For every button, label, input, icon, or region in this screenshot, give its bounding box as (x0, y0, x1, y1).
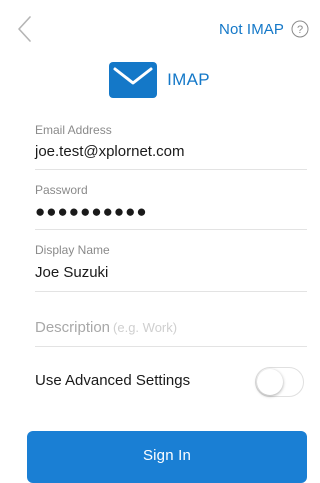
svg-text:?: ? (297, 24, 303, 36)
chevron-left-icon (18, 16, 31, 42)
advanced-settings-toggle[interactable] (255, 367, 304, 397)
toggle-knob (257, 369, 283, 395)
password-input[interactable]: ●●●●●●●●●● (35, 202, 148, 222)
description-label: Description (35, 319, 111, 336)
password-field[interactable]: Password ●●●●●●●●●● (35, 169, 307, 230)
account-type-title: IMAP (167, 70, 210, 89)
description-input[interactable]: Description (e.g. Work) (35, 319, 177, 336)
account-type-header: IMAP (0, 60, 319, 100)
question-circle-icon[interactable]: ? (291, 20, 309, 38)
display-name-input[interactable]: Joe Suzuki (35, 264, 108, 281)
description-placeholder: (e.g. Work) (113, 320, 178, 335)
sign-in-label: Sign In (142, 446, 192, 464)
email-label: Email Address (35, 123, 112, 137)
not-imap-button[interactable]: Not IMAP ? (219, 18, 309, 40)
not-imap-label: Not IMAP (219, 20, 284, 38)
email-input[interactable]: joe.test@xplornet.com (35, 143, 184, 160)
display-name-field[interactable]: Display Name Joe Suzuki (35, 229, 307, 292)
description-field[interactable]: Description (e.g. Work) (35, 308, 307, 347)
sign-in-button[interactable]: Sign In (27, 431, 307, 483)
email-field[interactable]: Email Address joe.test@xplornet.com (35, 118, 307, 170)
mail-envelope-icon (109, 62, 158, 98)
advanced-settings-row: Use Advanced Settings (35, 346, 307, 416)
top-bar: Not IMAP ? (0, 0, 319, 58)
password-label: Password (35, 183, 88, 197)
advanced-settings-label: Use Advanced Settings (35, 372, 191, 389)
display-name-label: Display Name (35, 243, 110, 257)
back-button[interactable] (14, 16, 36, 42)
